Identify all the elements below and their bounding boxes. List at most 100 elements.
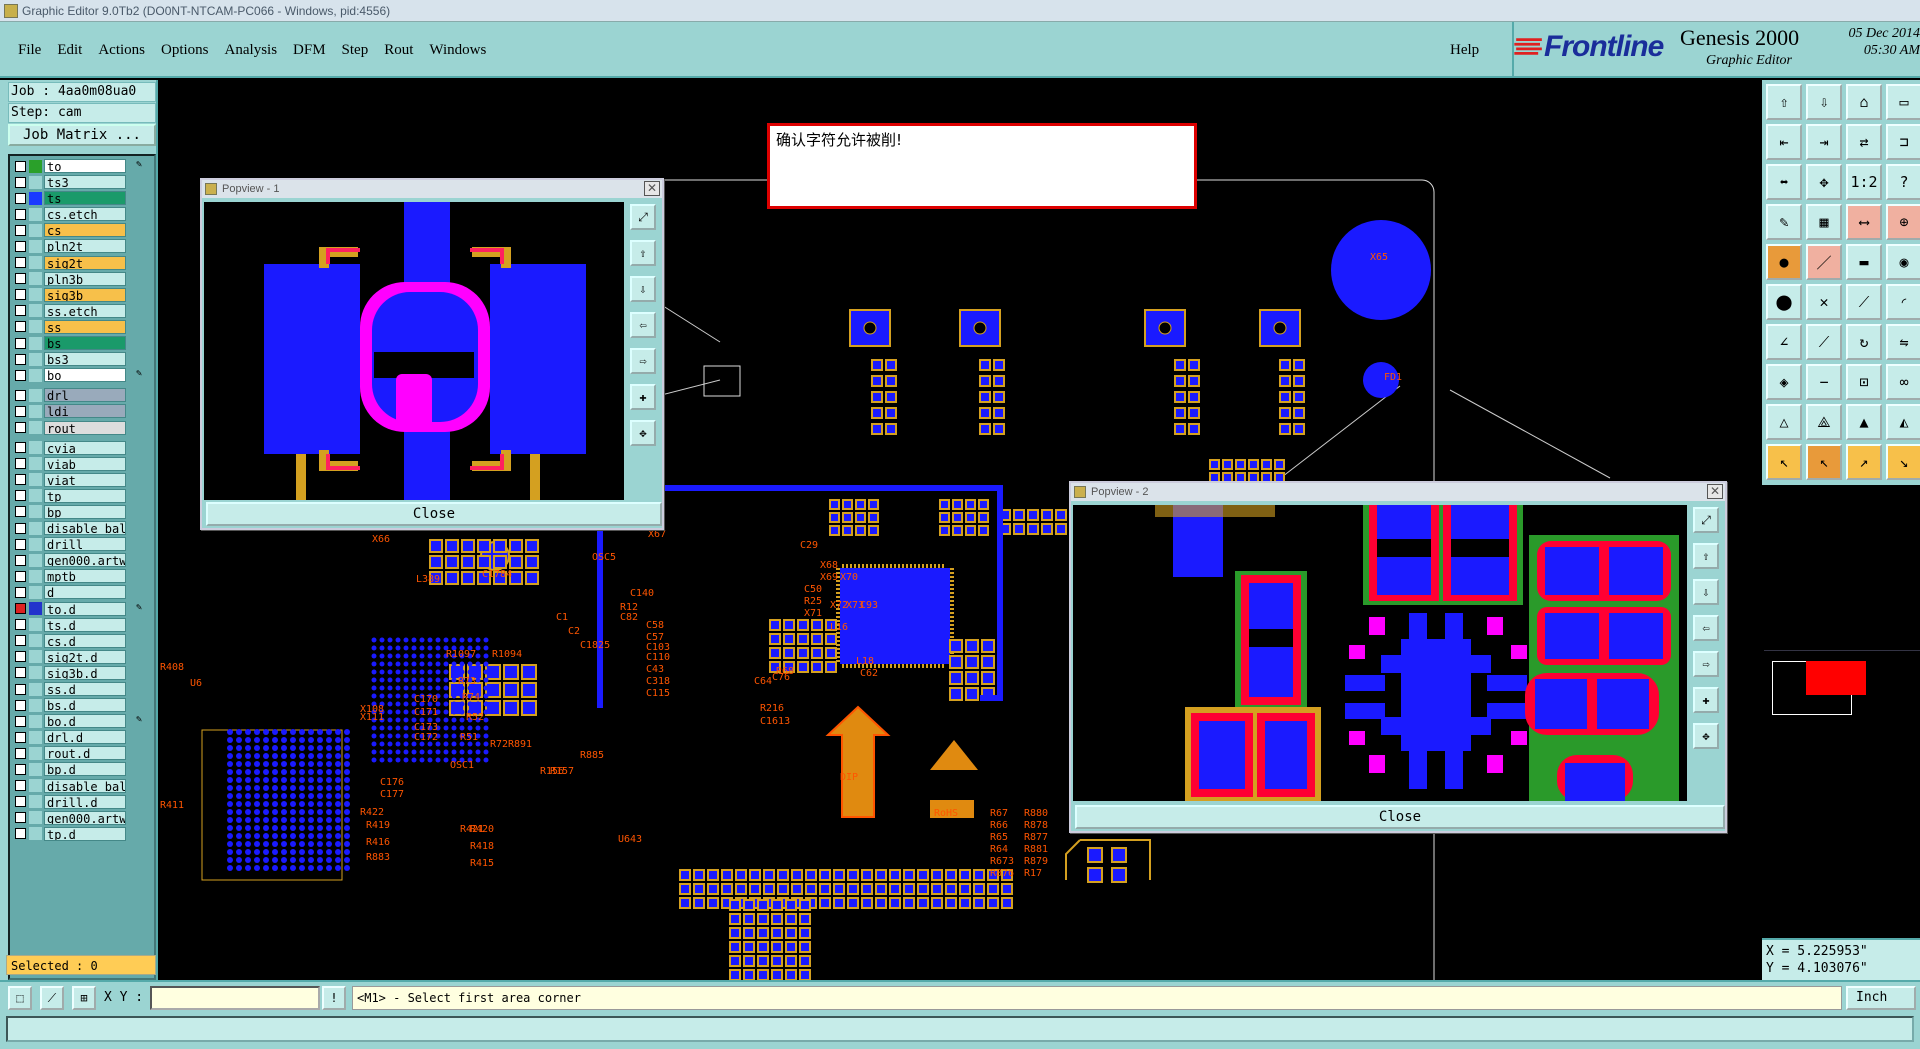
layer-checkbox[interactable] [15,422,26,433]
layer-name[interactable]: sig3b.d [44,665,126,680]
layer-name[interactable]: gen000.artw [44,553,126,568]
popview-2-close-button[interactable]: Close [1075,805,1725,829]
layer-color-swatch[interactable] [29,795,42,809]
split-icon[interactable]: ⊐ [1886,124,1920,160]
layer-checkbox[interactable] [15,715,26,727]
layer-name[interactable]: bo.d [44,714,126,729]
zoom-fit-icon[interactable]: ⤢ [630,204,656,230]
layer-color-swatch[interactable] [29,191,42,205]
layer-row[interactable]: ldi [12,403,154,419]
menu-options[interactable]: Options [153,42,217,59]
layer-row[interactable]: gen000.artw [12,552,154,568]
layer-row[interactable]: ts [12,190,154,206]
layer-checkbox[interactable] [15,586,26,598]
layer-name[interactable]: rout [44,420,126,435]
layer-row[interactable]: bp [12,504,154,520]
layer-color-swatch[interactable] [29,730,42,744]
page-up-icon[interactable]: ⇧ [630,240,656,266]
layer-color-swatch[interactable] [29,223,42,237]
xy-input[interactable] [150,986,320,1010]
layer-name[interactable]: bo [44,368,126,383]
layer-row[interactable]: tp.d [12,826,154,842]
layer-row[interactable]: cs.etch [12,206,154,222]
layer-row[interactable]: disable_bala [12,778,154,794]
snap-icon[interactable]: ⬚ [8,986,32,1010]
layer-checkbox[interactable] [15,321,26,333]
layer-name[interactable]: ts [44,191,126,206]
draw-icon[interactable]: ✎ [1766,204,1802,240]
ruler-icon[interactable]: ▬ [1846,244,1882,280]
page-right-icon[interactable]: ⇨ [630,348,656,374]
zoom-in-icon[interactable]: ✚ [630,384,656,410]
pan-right-icon[interactable]: ⇥ [1806,124,1842,160]
job-matrix-button[interactable]: Job Matrix ... [8,124,156,146]
menu-actions[interactable]: Actions [90,42,153,59]
layer-name[interactable]: tp [44,488,126,503]
rotate-icon[interactable]: ↻ [1846,324,1882,360]
arc-icon[interactable]: ◜ [1886,284,1920,320]
layer-checkbox[interactable] [15,538,26,550]
minus-icon[interactable]: − [1806,364,1842,400]
layer-row[interactable]: ts.d [12,617,154,633]
layer-row[interactable]: pln2t [12,238,154,254]
page-down-icon[interactable]: ⇩ [630,276,656,302]
layer-row[interactable]: tp [12,488,154,504]
layer-row[interactable]: gen000.artw [12,810,154,826]
measure-icon[interactable]: ⟷ [1846,204,1882,240]
menu-dfm[interactable]: DFM [285,42,334,59]
page-up-icon[interactable]: ⇧ [1693,543,1719,569]
menu-rout[interactable]: Rout [376,42,421,59]
layer-name[interactable]: drill [44,537,126,552]
pointer3-icon[interactable]: ↗ [1846,444,1882,480]
cross-icon[interactable]: ✕ [1806,284,1842,320]
popview-1-titlebar[interactable]: Popview - 1 ✕ [202,180,662,198]
layer-color-swatch[interactable] [29,320,42,334]
layer-color-swatch[interactable] [29,368,42,382]
layer-color-swatch[interactable] [29,489,42,503]
layer-name[interactable]: to.d [44,601,126,616]
layer-color-swatch[interactable] [29,714,42,728]
layer-row[interactable]: cs [12,222,154,238]
menu-file[interactable]: File [10,42,49,59]
layer-row[interactable]: bs [12,335,154,351]
layer-name[interactable]: viat [44,472,126,487]
layer-row[interactable]: to ✎ [12,158,154,174]
layer-color-swatch[interactable] [29,288,42,302]
layer-color-swatch[interactable] [29,811,42,825]
layer-checkbox[interactable] [15,405,26,417]
layer-name[interactable]: drl.d [44,730,126,745]
measure-icon[interactable]: ⟋ [40,986,64,1010]
ratio-icon[interactable]: 1:2 [1846,164,1882,200]
layer-color-swatch[interactable] [29,473,42,487]
layer-color-swatch[interactable] [29,336,42,350]
layer-color-swatch[interactable] [29,256,42,270]
page-right-icon[interactable]: ⇨ [1693,651,1719,677]
layer-name[interactable]: bs3 [44,352,126,367]
layer-name[interactable]: mptb [44,569,126,584]
layer-checkbox[interactable] [15,635,26,647]
layer-row[interactable]: mptb [12,568,154,584]
page-left-icon[interactable]: ⇦ [630,312,656,338]
layer-color-swatch[interactable] [29,175,42,189]
layer-name[interactable]: rout.d [44,746,126,761]
tri2-icon[interactable]: ⟁ [1806,404,1842,440]
layer-color-swatch[interactable] [29,441,42,455]
layer-row[interactable]: ts3 [12,174,154,190]
layer-color-swatch[interactable] [29,666,42,680]
layer-color-swatch[interactable] [29,521,42,535]
layer-row[interactable]: ss.etch [12,303,154,319]
grid-icon[interactable]: ⊞ [72,986,96,1010]
layer-name[interactable]: bs.d [44,698,126,713]
zoom-out-icon[interactable]: ✥ [1693,723,1719,749]
layer-name[interactable]: cs.etch [44,207,126,222]
help-menu[interactable]: Help [1450,42,1479,59]
layer-row[interactable]: viab [12,456,154,472]
layer-row[interactable]: sig3b.d [12,665,154,681]
fit-icon[interactable]: ⬌ [1766,164,1802,200]
popview-2-window[interactable]: Popview - 2 ✕ ⤢ ⇧ ⇩ ⇦ ⇨ ✚ ✥ Close [1069,481,1727,833]
circle-icon[interactable]: ● [1766,244,1802,280]
snap-icon[interactable]: ⊡ [1846,364,1882,400]
layer-checkbox[interactable] [15,353,26,365]
layer-color-swatch[interactable] [29,634,42,648]
menu-edit[interactable]: Edit [49,42,90,59]
